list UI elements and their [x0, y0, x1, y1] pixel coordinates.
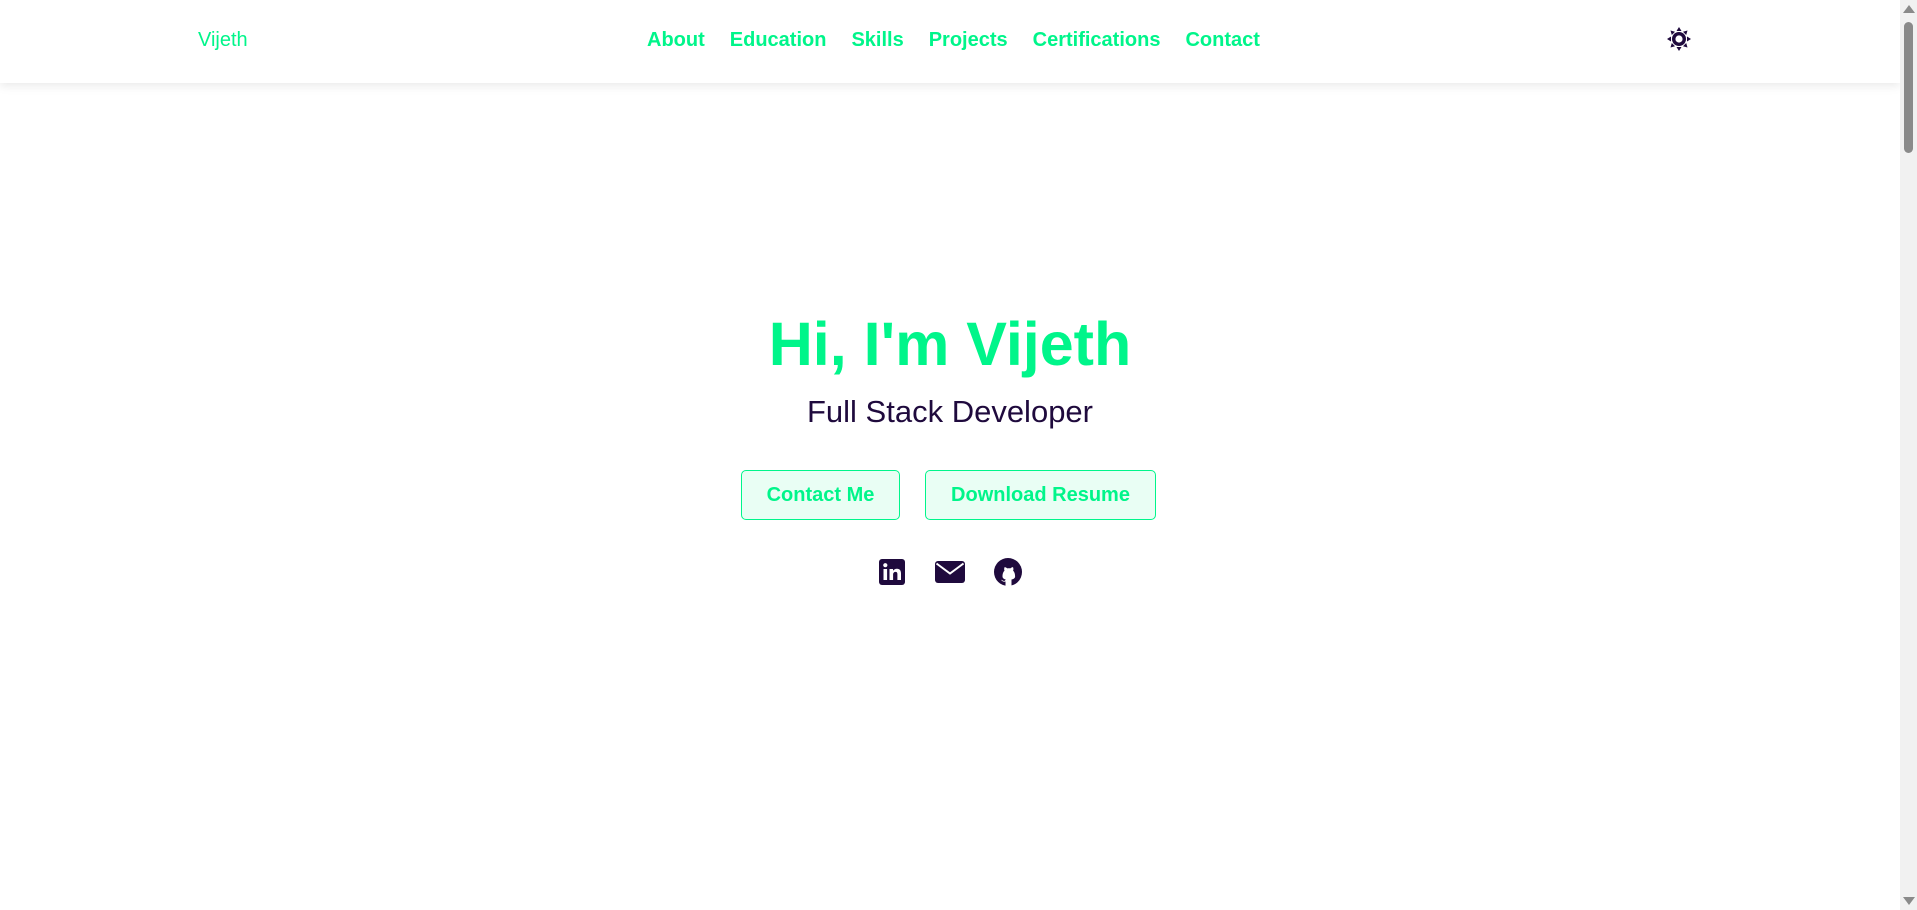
social-links — [0, 556, 1900, 588]
hero-section: Hi, I'm Vijeth Full Stack Developer Cont… — [0, 83, 1900, 910]
nav-link-about[interactable]: About — [647, 29, 705, 52]
navbar: Vijeth About Education Skills Projects C… — [0, 0, 1900, 83]
sun-icon — [1667, 27, 1691, 51]
github-icon — [994, 558, 1022, 586]
hero-subtitle: Full Stack Developer — [806, 394, 1093, 429]
nav-link-education[interactable]: Education — [730, 29, 827, 52]
nav-links: About Education Skills Projects Certific… — [647, 29, 1260, 52]
nav-link-contact[interactable]: Contact — [1185, 29, 1259, 52]
envelope-icon — [935, 561, 965, 583]
download-resume-button[interactable]: Download Resume — [925, 470, 1156, 520]
linkedin-icon — [879, 559, 905, 585]
nav-link-skills[interactable]: Skills — [851, 29, 903, 52]
page-scrollbar[interactable] — [1900, 0, 1917, 910]
theme-toggle-button[interactable] — [1666, 26, 1692, 52]
brand-logo[interactable]: Vijeth — [198, 29, 248, 52]
nav-link-certifications[interactable]: Certifications — [1033, 29, 1161, 52]
github-link[interactable] — [992, 556, 1024, 588]
contact-me-button[interactable]: Contact Me — [741, 470, 900, 520]
linkedin-link[interactable] — [876, 556, 908, 588]
hero-title: Hi, I'm Vijeth — [768, 310, 1132, 378]
scroll-down-arrow-icon[interactable] — [1903, 897, 1915, 905]
nav-link-projects[interactable]: Projects — [929, 29, 1008, 52]
scrollbar-thumb[interactable] — [1904, 22, 1913, 153]
email-link[interactable] — [934, 556, 966, 588]
scroll-up-arrow-icon[interactable] — [1903, 5, 1915, 13]
